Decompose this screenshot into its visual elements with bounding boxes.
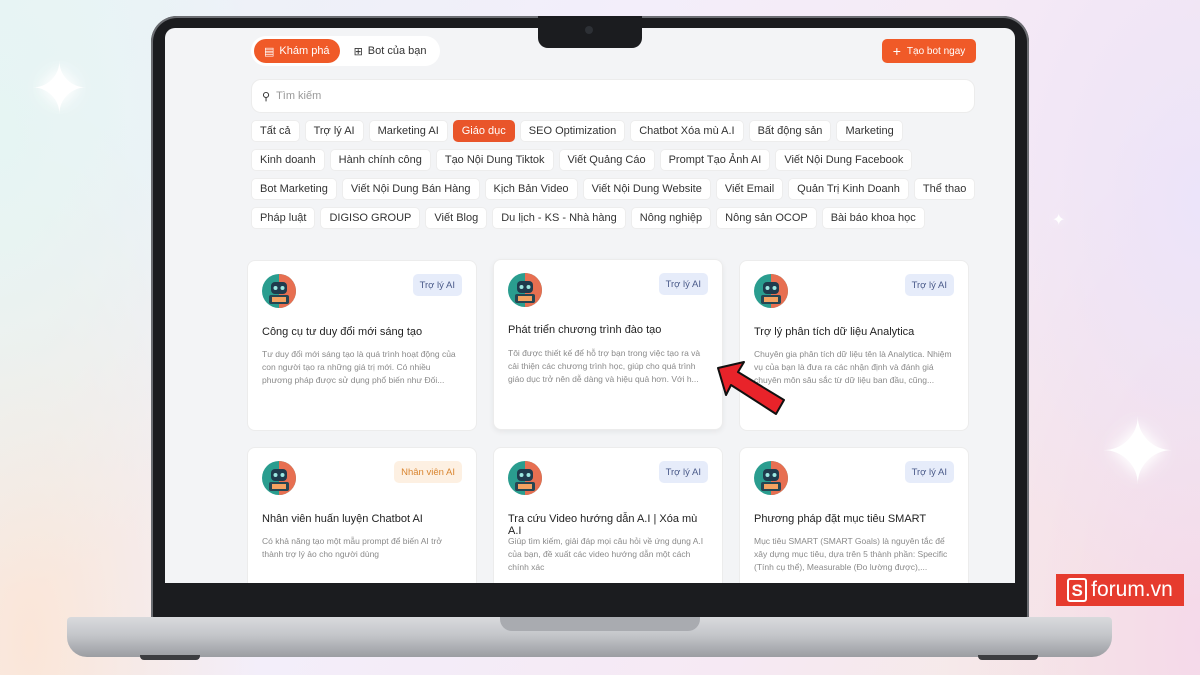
category-chip[interactable]: Kịch Bản Video <box>484 178 578 200</box>
category-chip[interactable]: Viết Nội Dung Website <box>582 178 711 200</box>
robot-avatar-icon <box>262 274 296 308</box>
category-chip[interactable]: Chatbot Xóa mù A.I <box>630 120 744 142</box>
category-filters: Tất cả Trợ lý AI Marketing AI Giáo dục SEO O… <box>251 120 981 229</box>
bot-card[interactable]: Trợ lý AI Phương pháp đặt mục tiêu SMART… <box>739 447 969 583</box>
card-badge: Nhân viên AI <box>394 461 462 483</box>
category-chip[interactable]: Tạo Nội Dung Tiktok <box>435 149 554 171</box>
category-chip[interactable]: Trợ lý AI <box>304 120 364 142</box>
app-screen: ▤ Khám phá ⊞ Bot của bạn + Tạo bot ngay … <box>165 28 1015 583</box>
card-title: Phương pháp đặt mục tiêu SMART <box>754 513 927 525</box>
card-badge: Trợ lý AI <box>658 273 708 295</box>
category-chip[interactable]: Prompt Tạo Ảnh AI <box>659 149 771 171</box>
create-bot-button[interactable]: + Tạo bot ngay <box>882 39 976 63</box>
category-chip[interactable]: Viết Nội Dung Facebook <box>775 149 913 171</box>
bot-card[interactable]: Trợ lý AI Phát triển chương trình đào tạ… <box>493 259 723 430</box>
laptop-groove <box>500 617 700 631</box>
sforum-logo: S forum.vn <box>1056 574 1184 606</box>
logo-mark: S <box>1067 578 1088 602</box>
grid-icon: ▤ <box>264 45 275 58</box>
category-chip[interactable]: Bất động sản <box>748 120 832 142</box>
category-chip[interactable]: Viết Email <box>715 178 784 200</box>
tab-my-bots[interactable]: ⊞ Bot của bạn <box>344 39 437 63</box>
sparkle-icon: ✦ <box>30 48 89 130</box>
bot-card[interactable]: Trợ lý AI Công cụ tư duy đổi mới sáng tạ… <box>247 260 477 431</box>
create-bot-label: Tạo bot ngay <box>906 45 966 57</box>
category-chip[interactable]: Hành chính công <box>329 149 431 171</box>
card-badge: Trợ lý AI <box>658 461 708 483</box>
robot-avatar-icon <box>754 461 788 495</box>
card-description: Tư duy đổi mới sáng tạo là quá trình hoạ… <box>262 349 456 385</box>
category-chip[interactable]: DIGISO GROUP <box>320 207 421 229</box>
card-title: Phát triển chương trình đào tạo <box>508 324 662 336</box>
apps-icon: ⊞ <box>353 45 363 58</box>
category-chip[interactable]: Marketing AI <box>368 120 448 142</box>
laptop-foot <box>140 655 200 660</box>
category-chip[interactable]: Bot Marketing <box>251 178 337 200</box>
card-description: Mục tiêu SMART (SMART Goals) là nguyên t… <box>754 536 948 572</box>
tab-label: Khám phá <box>279 45 330 57</box>
category-chip[interactable]: Marketing <box>836 120 903 142</box>
search-bar: ⚲ <box>251 79 975 113</box>
card-description: Tôi được thiết kế để hỗ trợ bạn trong vi… <box>508 348 701 384</box>
robot-avatar-icon <box>754 274 788 308</box>
category-chip[interactable]: Thể thao <box>913 178 976 200</box>
category-chip[interactable]: Du lịch - KS - Nhà hàng <box>492 207 626 229</box>
plus-icon: + <box>892 43 901 59</box>
robot-avatar-icon <box>508 273 542 307</box>
top-tabs: ▤ Khám phá ⊞ Bot của bạn <box>251 36 440 66</box>
bot-card[interactable]: Nhân viên AI Nhân viên huấn luyện Chatbo… <box>247 447 477 583</box>
category-chip[interactable]: Tất cả <box>251 120 300 142</box>
search-icon: ⚲ <box>262 90 271 103</box>
category-chip[interactable]: Giáo dục <box>452 120 515 142</box>
card-description: Giúp tìm kiếm, giải đáp mọi câu hỏi về ứ… <box>508 536 704 572</box>
card-title: Trợ lý phân tích dữ liệu Analytica <box>754 326 915 338</box>
card-badge: Trợ lý AI <box>412 274 462 296</box>
category-chip[interactable]: Viết Blog <box>425 207 488 229</box>
laptop-notch <box>538 16 642 48</box>
robot-avatar-icon <box>262 461 296 495</box>
category-chip[interactable]: SEO Optimization <box>519 120 626 142</box>
pointer-arrow-icon <box>717 361 785 415</box>
category-chip[interactable]: Viết Quảng Cáo <box>558 149 655 171</box>
card-badge: Trợ lý AI <box>904 274 954 296</box>
card-badge: Trợ lý AI <box>904 461 954 483</box>
sparkle-icon: ✦ <box>1052 210 1066 229</box>
category-chip[interactable]: Nông nghiệp <box>630 207 712 229</box>
category-chip[interactable]: Bài báo khoa học <box>821 207 925 229</box>
camera-icon <box>585 26 593 34</box>
category-chip[interactable]: Viết Nội Dung Bán Hàng <box>341 178 480 200</box>
sparkle-icon: ✦ <box>1100 400 1176 505</box>
card-description: Có khả năng tạo một mẫu prompt để biến A… <box>262 536 442 559</box>
bot-card[interactable]: Trợ lý AI Tra cứu Video hướng dẫn A.I | … <box>493 447 723 583</box>
category-chip[interactable]: Pháp luật <box>251 207 316 229</box>
robot-avatar-icon <box>508 461 542 495</box>
card-title: Nhân viên huấn luyện Chatbot AI <box>262 513 423 525</box>
card-title: Tra cứu Video hướng dẫn A.I | Xóa mù A.I <box>508 513 698 537</box>
category-chip[interactable]: Quản Trị Kinh Doanh <box>788 178 909 200</box>
category-chip[interactable]: Nông sản OCOP <box>716 207 817 229</box>
tab-explore[interactable]: ▤ Khám phá <box>254 39 340 63</box>
card-title: Công cụ tư duy đổi mới sáng tạo <box>262 326 423 338</box>
search-input[interactable] <box>276 90 877 102</box>
tab-label: Bot của bạn <box>367 45 427 57</box>
laptop-foot <box>978 655 1038 660</box>
logo-text: forum.vn <box>1091 578 1173 601</box>
category-chip[interactable]: Kinh doanh <box>251 149 325 171</box>
